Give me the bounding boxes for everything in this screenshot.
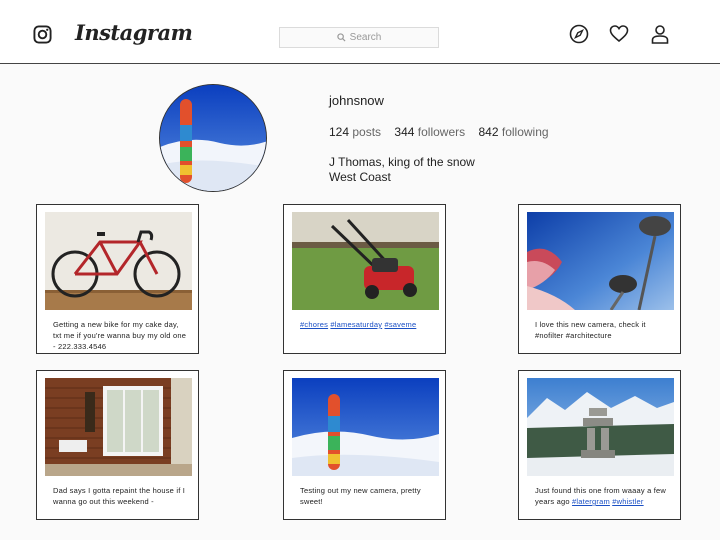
post-card[interactable]: #chores #lamesaturday #saveme [283, 204, 446, 354]
post-caption: I love this new camera, check it #nofilt… [535, 320, 646, 340]
following-label: following [501, 125, 549, 139]
post-photo-bike [45, 212, 192, 310]
instagram-camera-icon[interactable] [33, 25, 52, 44]
post-photo-snowboard [292, 378, 439, 476]
profile-username: johnsnow [329, 93, 384, 108]
bio-line: J Thomas, king of the snow [329, 155, 475, 169]
post-card[interactable]: Getting a new bike for my cake day, txt … [36, 204, 199, 354]
posts-label: posts [352, 125, 382, 139]
following-count: 842 [478, 125, 499, 139]
search-icon [336, 33, 346, 42]
posts-stat: 124 posts [329, 125, 381, 139]
followers-count: 344 [394, 125, 415, 139]
post-card[interactable]: Dad says I gotta repaint the house if I … [36, 370, 199, 520]
post-card[interactable]: Testing out my new camera, pretty sweet! [283, 370, 446, 520]
post-caption: Dad says I gotta repaint the house if I … [53, 486, 186, 506]
post-photo-architecture [527, 212, 674, 310]
bio-line: West Coast [329, 170, 391, 184]
post-caption: #chores #lamesaturday #saveme [300, 319, 436, 330]
hashtag-link[interactable]: #whistler [612, 497, 643, 506]
followers-label: followers [417, 125, 466, 139]
compass-icon[interactable] [569, 24, 589, 44]
snowboard-avatar-image [160, 85, 266, 191]
search-placeholder: Search [349, 32, 382, 43]
hashtag-link[interactable]: #lamesaturday [330, 320, 382, 329]
post-card[interactable]: I love this new camera, check it #nofilt… [518, 204, 681, 354]
post-caption: Testing out my new camera, pretty sweet! [300, 486, 421, 506]
post-photo-house [45, 378, 192, 476]
profile-stats: 124 posts 344 followers 842 following [329, 125, 559, 139]
followers-stat[interactable]: 344 followers [394, 125, 465, 139]
post-photo-mountains [527, 378, 674, 476]
post-card[interactable]: Just found this one from waaay a few yea… [518, 370, 681, 520]
following-stat[interactable]: 842 following [478, 125, 548, 139]
heart-icon[interactable] [609, 24, 629, 44]
search-input[interactable]: Search [279, 27, 439, 48]
hashtag-link[interactable]: #saveme [384, 320, 416, 329]
hashtag-link[interactable]: #latergram [572, 497, 610, 506]
post-caption: Getting a new bike for my cake day, txt … [53, 320, 187, 351]
post-photo-lawnmower [292, 212, 439, 310]
profile-bio: J Thomas, king of the snow West Coast [329, 155, 475, 185]
person-icon[interactable] [650, 24, 670, 44]
instagram-wordmark[interactable]: Instagram [75, 20, 193, 45]
profile-picture[interactable] [159, 84, 267, 192]
posts-count: 124 [329, 125, 350, 139]
hashtag-link[interactable]: #chores [300, 320, 328, 329]
post-caption: Just found this one from waaay a few yea… [535, 485, 671, 507]
top-navigation-bar: Instagram Search [0, 0, 720, 64]
